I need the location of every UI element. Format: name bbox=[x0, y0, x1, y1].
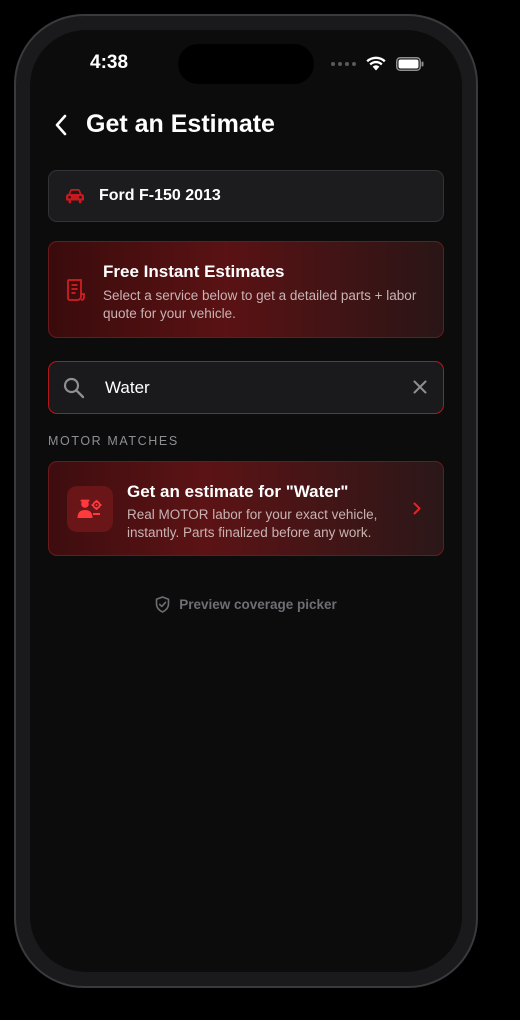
app-screen: 4:38 Get an Estimate Ford F-150 2013 Fre… bbox=[30, 30, 462, 972]
shield-check-icon bbox=[155, 596, 170, 613]
clear-search-button[interactable] bbox=[413, 380, 427, 399]
search-box bbox=[48, 361, 444, 414]
match-title: Get an estimate for "Water" bbox=[127, 482, 349, 501]
mechanic-icon bbox=[77, 499, 102, 518]
vehicle-name: Ford F-150 2013 bbox=[99, 187, 221, 204]
back-button[interactable] bbox=[54, 114, 68, 136]
wifi-icon bbox=[366, 56, 386, 71]
car-icon bbox=[66, 189, 84, 204]
battery-icon bbox=[396, 56, 424, 71]
vehicle-selector[interactable]: Ford F-150 2013 bbox=[48, 170, 444, 222]
match-description: Real MOTOR labor for your exact vehicle,… bbox=[127, 507, 378, 540]
promo-description: Select a service below to get a detailed… bbox=[103, 288, 417, 321]
status-time: 4:38 bbox=[90, 52, 129, 73]
page-title: Get an Estimate bbox=[86, 110, 275, 138]
promo-title: Free Instant Estimates bbox=[103, 262, 285, 281]
status-indicators bbox=[331, 56, 424, 71]
close-icon bbox=[413, 380, 427, 394]
preview-coverage-label: Preview coverage picker bbox=[179, 597, 337, 612]
preview-coverage-picker-link[interactable]: Preview coverage picker bbox=[30, 596, 462, 613]
motor-matches-label: MOTOR MATCHES bbox=[48, 434, 179, 448]
match-icon-tile bbox=[67, 486, 113, 532]
header: Get an Estimate bbox=[54, 110, 275, 139]
receipt-icon bbox=[67, 279, 85, 301]
estimate-match-card[interactable]: Get an estimate for "Water" Real MOTOR l… bbox=[48, 461, 444, 556]
chevron-right-icon bbox=[413, 502, 421, 515]
dynamic-island bbox=[178, 44, 314, 84]
search-input[interactable] bbox=[103, 374, 397, 402]
search-icon bbox=[63, 377, 85, 399]
cellular-signal-icon bbox=[331, 61, 356, 66]
free-estimates-banner: Free Instant Estimates Select a service … bbox=[48, 241, 444, 338]
chevron-left-icon bbox=[55, 114, 67, 135]
